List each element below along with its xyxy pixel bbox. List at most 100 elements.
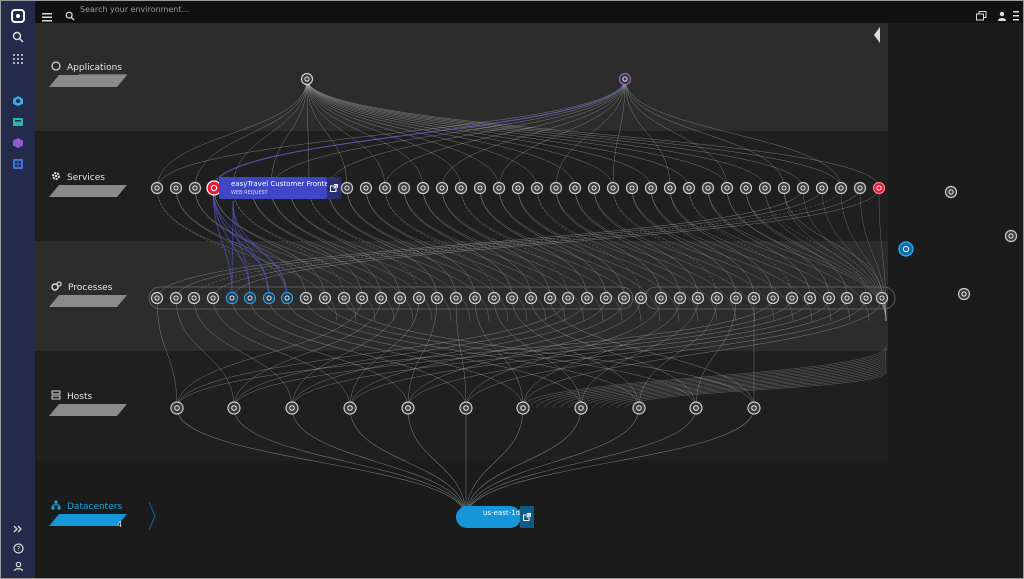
process-node[interactable] [766,291,780,305]
service-node[interactable] [834,181,848,195]
edge [441,78,626,189]
service-node[interactable] [340,181,354,195]
service-node[interactable] [777,181,791,195]
service-node[interactable] [530,181,544,195]
process-node[interactable] [859,291,873,305]
process-node[interactable] [580,291,594,305]
service-node[interactable] [663,181,677,195]
host-node[interactable] [632,401,646,415]
process-node[interactable] [150,291,164,305]
service-node[interactable] [416,181,430,195]
service-node[interactable] [758,181,772,195]
open-external-icon[interactable] [327,177,341,199]
service-node[interactable] [435,181,449,195]
service-node[interactable] [473,181,487,195]
process-node[interactable] [840,291,854,305]
service-node-alert[interactable] [872,181,886,195]
process-node[interactable] [468,291,482,305]
service-node[interactable] [188,181,202,195]
process-node[interactable] [430,291,444,305]
process-node[interactable] [617,291,631,305]
host-node[interactable] [574,401,588,415]
process-node[interactable] [654,291,668,305]
application-node[interactable] [618,72,632,86]
process-node[interactable] [803,291,817,305]
process-node[interactable] [374,291,388,305]
process-node[interactable] [524,291,538,305]
datacenter-open-external-icon[interactable] [520,506,534,528]
host-node[interactable] [227,401,241,415]
host-node[interactable] [401,401,415,415]
process-node[interactable] [747,291,761,305]
process-node[interactable] [561,291,575,305]
process-node[interactable] [543,291,557,305]
service-node[interactable] [1004,229,1018,243]
process-node[interactable] [487,291,501,305]
process-node[interactable] [337,291,351,305]
service-node[interactable] [549,181,563,195]
service-node[interactable] [815,181,829,195]
process-node[interactable] [673,291,687,305]
datacenter-node[interactable]: us-east-1d [456,506,521,528]
edge [327,78,626,189]
service-node[interactable] [568,181,582,195]
process-node[interactable] [169,291,183,305]
host-node[interactable] [516,401,530,415]
application-node[interactable] [300,72,314,86]
process-node[interactable] [634,291,648,305]
edge [688,187,793,299]
process-node-highlighted[interactable] [280,291,294,305]
process-node[interactable] [822,291,836,305]
service-node[interactable] [944,185,958,199]
process-node[interactable] [505,291,519,305]
service-node[interactable] [150,181,164,195]
service-node[interactable] [701,181,715,195]
edge [270,187,382,299]
host-node[interactable] [747,401,761,415]
service-node[interactable] [492,181,506,195]
process-node-highlighted[interactable] [262,291,276,305]
process-node[interactable] [299,291,313,305]
service-node[interactable] [397,181,411,195]
host-node[interactable] [343,401,357,415]
service-node[interactable] [720,181,734,195]
host-node[interactable] [285,401,299,415]
service-node[interactable] [606,181,620,195]
service-node[interactable] [169,181,183,195]
process-node-highlighted[interactable] [225,291,239,305]
process-node[interactable] [412,291,426,305]
process-node-highlighted[interactable] [243,291,257,305]
service-node[interactable] [739,181,753,195]
edge [306,78,842,189]
service-node[interactable] [454,181,468,195]
service-node[interactable] [359,181,373,195]
host-node[interactable] [459,401,473,415]
process-node[interactable] [957,287,971,301]
process-node[interactable] [187,291,201,305]
process-node[interactable] [449,291,463,305]
process-node[interactable] [599,291,613,305]
service-node[interactable] [378,181,392,195]
process-node[interactable] [318,291,332,305]
process-node[interactable] [785,291,799,305]
process-node-highlighted[interactable] [898,241,914,257]
service-node[interactable] [682,181,696,195]
process-node[interactable] [393,291,407,305]
process-node[interactable] [355,291,369,305]
edge [568,357,887,409]
process-node[interactable] [729,291,743,305]
process-node[interactable] [206,291,220,305]
service-node[interactable] [796,181,810,195]
host-node[interactable] [170,401,184,415]
process-node[interactable] [710,291,724,305]
service-node[interactable] [587,181,601,195]
process-node[interactable] [691,291,705,305]
service-node[interactable] [644,181,658,195]
service-node[interactable] [511,181,525,195]
process-node[interactable] [875,291,889,305]
service-node[interactable] [625,181,639,195]
edge [231,200,234,299]
service-node[interactable] [853,181,867,195]
host-node[interactable] [689,401,703,415]
service-tooltip[interactable]: easyTravel Customer Frontend WEB REQUEST [219,177,338,199]
